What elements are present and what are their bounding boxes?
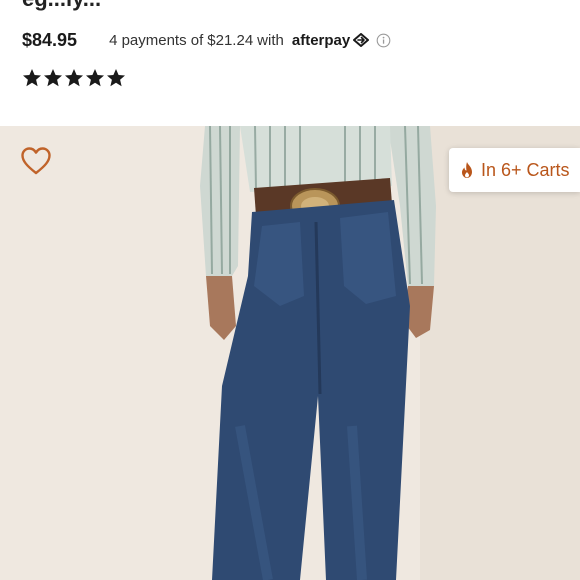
wishlist-button[interactable] (20, 146, 52, 176)
product-price: $84.95 (22, 29, 78, 50)
star-rating (22, 68, 126, 88)
star-icon (65, 69, 83, 87)
afterpay-wordmark: afterpay (291, 31, 351, 49)
star-icon (44, 69, 62, 87)
afterpay-arrows-icon (353, 33, 370, 47)
product-image[interactable] (0, 126, 580, 580)
afterpay-logo: afterpay (292, 32, 370, 49)
star-icon (23, 69, 41, 87)
star-icon (107, 69, 125, 87)
fire-icon (462, 162, 472, 178)
installment-count-text: 4 payments of (109, 31, 204, 49)
product-title: eg...ly... (22, 0, 101, 12)
price-row: $84.95 4 payments of $21.24 with afterpa… (22, 28, 391, 52)
heart-outline-icon (21, 147, 51, 175)
star-icon (86, 69, 104, 87)
installment-amount: $21.24 (207, 31, 254, 49)
info-circle-icon[interactable] (376, 33, 391, 48)
in-carts-badge: In 6+ Carts (449, 148, 580, 192)
installment-with-text: with (257, 31, 284, 49)
badge-label: In 6+ Carts (481, 159, 570, 180)
installment-text: 4 payments of $21.24 with afterpay (109, 32, 391, 49)
product-photo (0, 126, 580, 580)
